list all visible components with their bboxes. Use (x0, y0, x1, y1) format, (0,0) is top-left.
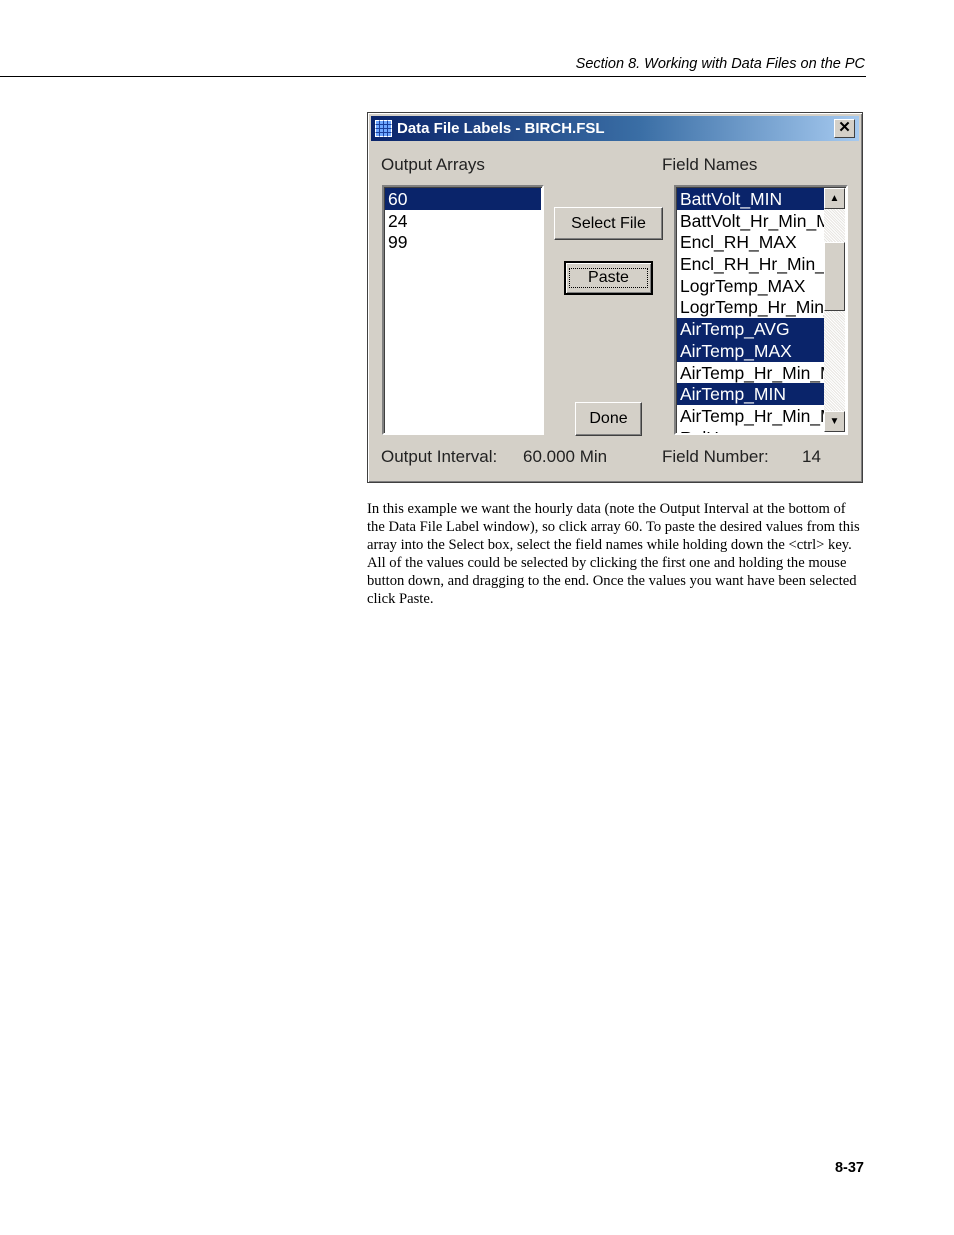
field-name-item[interactable]: Encl_RH_Hr_Min_MAX (677, 253, 824, 275)
dialog-title: Data File Labels - BIRCH.FSL (397, 120, 605, 137)
scroll-up-button[interactable]: ▲ (824, 188, 845, 209)
data-file-labels-dialog: Data File Labels - BIRCH.FSL ✕ Output Ar… (367, 112, 863, 483)
output-interval-value: 60.000 Min (523, 447, 608, 466)
field-name-item[interactable]: Encl_RH_MAX (677, 231, 824, 253)
scroll-thumb[interactable] (824, 242, 845, 311)
output-array-item[interactable]: 99 (385, 231, 541, 253)
output-array-item[interactable]: 60 (385, 188, 541, 210)
grid-table-icon (375, 120, 392, 137)
section-header: Section 8. Working with Data Files on th… (575, 56, 865, 72)
scroll-down-button[interactable]: ▼ (824, 411, 845, 432)
scroll-down-icon: ▼ (829, 416, 840, 427)
output-arrays-list[interactable]: 60 24 99 (382, 185, 544, 435)
header-rule (0, 76, 866, 77)
field-name-item[interactable]: BattVolt_MIN (677, 188, 824, 210)
field-name-item[interactable]: BattVolt_Hr_Min_MIN (677, 210, 824, 232)
field-name-item[interactable]: AirTemp_Hr_Min_MAX (677, 362, 824, 384)
paste-button-label: Paste (569, 268, 648, 288)
close-button[interactable]: ✕ (834, 119, 855, 138)
field-names-list[interactable]: BattVolt_MINBattVolt_Hr_Min_MINEncl_RH_M… (674, 185, 848, 435)
field-name-item[interactable]: RelHum (677, 427, 824, 433)
select-file-button[interactable]: Select File (554, 207, 663, 240)
output-arrays-label: Output Arrays (381, 155, 485, 174)
done-button[interactable]: Done (575, 402, 642, 436)
page-number: 8-37 (834, 1160, 864, 1176)
paste-button[interactable]: Paste (564, 261, 653, 295)
body-paragraph: In this example we want the hourly data … (367, 501, 860, 607)
field-number-label: Field Number: (662, 447, 769, 466)
title-bar[interactable]: Data File Labels - BIRCH.FSL ✕ (371, 116, 859, 141)
field-names-label: Field Names (662, 155, 758, 174)
output-interval-label: Output Interval: (381, 447, 498, 466)
field-number-value: 14 (802, 447, 821, 466)
field-name-item[interactable]: AirTemp_AVG (677, 318, 824, 340)
close-icon: ✕ (838, 119, 851, 136)
field-name-item[interactable]: AirTemp_Hr_Min_MIN (677, 405, 824, 427)
field-name-item[interactable]: AirTemp_MAX (677, 339, 824, 362)
field-names-scrollbar[interactable]: ▲ ▼ (824, 188, 845, 432)
field-name-item[interactable]: LogrTemp_Hr_Min_MAX (677, 296, 824, 318)
scroll-up-icon: ▲ (829, 193, 840, 204)
field-name-item[interactable]: AirTemp_MIN (677, 383, 824, 405)
output-array-item[interactable]: 24 (385, 210, 541, 232)
field-name-item[interactable]: LogrTemp_MAX (677, 275, 824, 297)
